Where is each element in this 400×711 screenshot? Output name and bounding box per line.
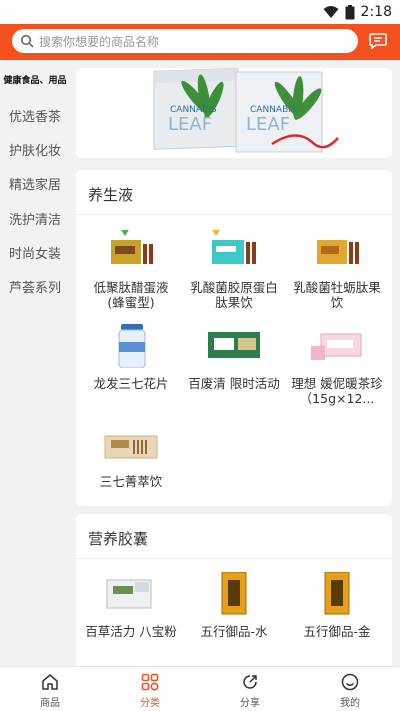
product-name: 百草活力 八宝粉 (85, 624, 177, 639)
product-image (118, 324, 146, 368)
battery-icon (345, 4, 355, 19)
product-item[interactable]: 三七菁萃饮 (81, 422, 181, 489)
search-input[interactable]: 搜索你想要的商品名称 (12, 29, 358, 53)
status-icons: 2:18 (323, 2, 392, 22)
tab-label: 分类 (140, 698, 160, 709)
home-icon (42, 674, 58, 690)
section-title: 营养胶囊 (88, 530, 149, 548)
sidebar-item-home[interactable]: 精选家居 (0, 167, 70, 201)
content-area: CANNABIS LEAF CANNABIS LEAF 养生液 低聚肽醋蛋液(蜂… (70, 60, 400, 666)
divider (76, 558, 392, 559)
product-item[interactable]: 低聚肽醋蛋液(蜂蜜型) (81, 228, 181, 310)
product-image (212, 230, 256, 264)
banner-image: CANNABIS LEAF CANNABIS LEAF (76, 68, 392, 158)
bottom-nav: 商品 分类 分享 我的 (0, 666, 400, 711)
sidebar-item-label: 芦荟系列 (8, 281, 61, 297)
section-yangshengye: 养生液 低聚肽醋蛋液(蜂蜜型) 乳酸菌胶原蛋白肽果饮 乳酸菌牡蛎肽果饮 龙发三七… (76, 170, 392, 506)
wifi-icon (323, 6, 339, 18)
product-name: 理想 媛伲暖茶珍（15g×12... (291, 376, 383, 406)
message-icon[interactable] (368, 31, 388, 51)
product-image (221, 572, 247, 615)
search-placeholder: 搜索你想要的商品名称 (39, 34, 160, 49)
product-item[interactable]: 百草活力 八宝粉 (81, 572, 181, 639)
product-item[interactable]: 乳酸菌牡蛎肽果饮 (287, 228, 387, 310)
tab-products[interactable]: 商品 (0, 667, 100, 711)
tab-label: 商品 (40, 698, 60, 709)
section-title: 养生液 (88, 186, 134, 204)
promo-banner[interactable]: CANNABIS LEAF CANNABIS LEAF (76, 68, 392, 158)
search-icon (20, 34, 34, 48)
section-yingyangjiaonang: 营养胶囊 百草活力 八宝粉 五行御品-水 五行御品-金 (76, 514, 392, 666)
share-icon (243, 675, 257, 689)
product-item[interactable]: 百废清 限时活动 (184, 324, 284, 391)
sidebar-item-aloe[interactable]: 芦荟系列 (0, 269, 70, 303)
sidebar-item-fashion[interactable]: 时尚女装 (0, 235, 70, 269)
category-sidebar: 健康食品、用品 优选香茶 护肤化妆 精选家居 洗护清洁 时尚女装 芦荟系列 (0, 60, 70, 666)
tab-label: 我的 (340, 698, 360, 709)
status-time: 2:18 (360, 4, 392, 20)
product-item[interactable]: 五行御品-金 (287, 572, 387, 639)
tab-mine[interactable]: 我的 (300, 667, 400, 711)
sidebar-item-label: 优选香茶 (8, 109, 61, 125)
product-item[interactable]: 理想 媛伲暖茶珍（15g×12... (287, 324, 387, 406)
svg-text:LEAF: LEAF (168, 114, 212, 135)
sidebar-item-label: 精选家居 (8, 178, 61, 194)
smile-icon (341, 673, 359, 691)
product-image (311, 333, 362, 360)
product-name: 乳酸菌胶原蛋白肽果饮 (190, 280, 278, 310)
product-image (106, 579, 152, 609)
header: 搜索你想要的商品名称 (0, 24, 400, 60)
sidebar-item-label: 洗护清洁 (8, 212, 61, 228)
product-item[interactable]: 五行御品-水 (184, 572, 284, 639)
sidebar-item-label: 时尚女装 (8, 246, 61, 262)
product-name: 五行御品-水 (200, 624, 268, 639)
product-name: 低聚肽醋蛋液(蜂蜜型) (93, 280, 169, 310)
product-name: 百废清 限时活动 (188, 376, 280, 391)
divider (76, 214, 392, 215)
product-image (317, 240, 359, 264)
product-item[interactable]: 乳酸菌胶原蛋白肽果饮 (184, 228, 284, 310)
product-name: 五行御品-金 (303, 624, 371, 639)
product-name: 龙发三七花片 (93, 376, 169, 391)
product-image (104, 435, 158, 459)
sidebar-item-tea[interactable]: 优选香茶 (0, 98, 70, 132)
grid-icon (141, 673, 159, 691)
sidebar-item-skincare[interactable]: 护肤化妆 (0, 132, 70, 166)
product-image (111, 230, 153, 264)
tab-category[interactable]: 分类 (100, 667, 200, 711)
product-image (324, 572, 350, 615)
product-image (208, 332, 260, 358)
product-item[interactable]: 龙发三七花片 (81, 324, 181, 391)
product-name: 三七菁萃饮 (99, 474, 163, 489)
sidebar-item-health[interactable]: 健康食品、用品 (0, 60, 70, 98)
sidebar-item-label: 健康食品、用品 (3, 75, 67, 86)
product-name: 乳酸菌牡蛎肽果饮 (293, 280, 381, 310)
svg-text:LEAF: LEAF (246, 114, 290, 135)
sidebar-item-cleaning[interactable]: 洗护清洁 (0, 201, 70, 235)
tab-share[interactable]: 分享 (200, 667, 300, 711)
tab-label: 分享 (240, 698, 260, 709)
sidebar-item-label: 护肤化妆 (8, 143, 61, 159)
status-bar: 2:18 (0, 0, 400, 24)
